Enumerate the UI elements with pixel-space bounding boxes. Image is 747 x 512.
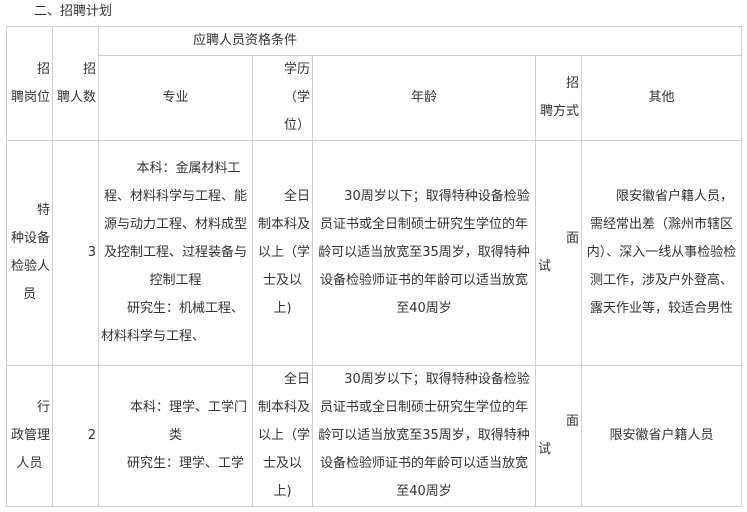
education-line: 士及以	[262, 456, 302, 471]
header-major: 专业	[98, 55, 253, 141]
education-line: 以上（学	[257, 428, 310, 443]
header-method-line: 招	[565, 76, 579, 91]
method-line: 面	[565, 231, 579, 246]
cell-count: 2	[52, 365, 99, 507]
header-age: 年龄	[312, 55, 536, 141]
header-education-line: （学	[283, 90, 310, 105]
header-position-line: 招	[36, 61, 50, 77]
major-graduate: 研究生：理学、工学	[127, 456, 245, 471]
header-count-line: 招	[82, 61, 96, 77]
cell-education: 全日 制本科及 以上（学 士及以 上)	[252, 140, 313, 366]
cell-education: 全日 制本科及 以上（学 士及以 上)	[252, 365, 313, 507]
education-line: 全日	[283, 372, 310, 387]
cell-method: 面 试	[535, 140, 582, 366]
position-line: 政管理	[10, 428, 50, 443]
header-position: 招 聘岗位	[6, 26, 53, 141]
header-education: 学历 （学 位）	[252, 55, 313, 141]
position-line: 种设备	[10, 231, 50, 246]
header-qualifications: 应聘人员资格条件	[98, 26, 742, 56]
cell-major: 本科：金属材料工程、材料科学与工程、能源与动力工程、材料成型及控制工程、过程装备…	[98, 140, 253, 366]
cell-method: 面 试	[535, 365, 582, 507]
education-line: 制本科及	[257, 217, 310, 232]
education-line: 士及以	[262, 273, 302, 288]
header-method: 招 聘方式	[535, 55, 582, 141]
method-line: 试	[538, 442, 552, 457]
section-title: 二、招聘计划	[34, 4, 113, 19]
education-line: 全日	[283, 189, 310, 204]
table-row: 特 种设备 检验人 员 3 本科：金属材料工程、材料科学与工程、能源与动力工程、…	[6, 140, 742, 366]
education-line: 上)	[273, 301, 292, 316]
header-education-line: 位）	[283, 118, 310, 133]
major-undergrad: 本科：理学、工学门类	[129, 400, 247, 443]
education-line: 制本科及	[257, 400, 310, 415]
cell-major: 本科：理学、工学门类 研究生：理学、工学	[98, 365, 253, 507]
header-education-line: 学历	[283, 62, 310, 77]
position-line: 人员	[16, 456, 43, 471]
header-method-line: 聘方式	[539, 104, 579, 119]
cell-age: 30周岁以下；取得特种设备检验员证书或全日制硕士研究生学位的年龄可以适当放宽至3…	[312, 365, 536, 507]
cell-count: 3	[52, 140, 99, 366]
cell-other: 限安徽省户籍人员，需经常出差（滁州市辖区内）、深入一线从事检验检测工作，涉及户外…	[581, 140, 742, 366]
header-row-columns: 专业 学历 （学 位） 年龄 招 聘方式 其他	[7, 55, 742, 141]
recruitment-plan-table: 招 聘岗位 招 聘人数 应聘人员资格条件 专业 学历 （学 位） 年龄 招 聘方…	[6, 26, 742, 507]
method-line: 试	[538, 259, 552, 274]
method-line: 面	[565, 414, 579, 429]
major-undergrad: 本科：金属材料工程、材料科学与工程、能源与动力工程、材料成型及控制工程、过程装备…	[103, 161, 247, 288]
header-position-line: 聘岗位	[10, 89, 50, 105]
cell-other: 限安徽省户籍人员	[581, 365, 742, 507]
cell-position: 行 政管理 人员	[6, 365, 53, 507]
major-graduate: 研究生：机械工程、材料科学与工程、	[101, 301, 245, 344]
table-row: 行 政管理 人员 2 本科：理学、工学门类 研究生：理学、工学 全日 制本科及 …	[6, 365, 742, 507]
header-count-line: 聘人数	[56, 89, 96, 105]
position-line: 检验人	[10, 259, 50, 274]
header-other: 其他	[581, 55, 742, 141]
header-row-group: 招 聘岗位 招 聘人数 应聘人员资格条件	[6, 26, 742, 141]
position-line: 特	[36, 203, 50, 218]
cell-position: 特 种设备 检验人 员	[6, 140, 53, 366]
header-count: 招 聘人数	[52, 26, 99, 141]
cell-age: 30周岁以下；取得特种设备检验员证书或全日制硕士研究生学位的年龄可以适当放宽至3…	[312, 140, 536, 366]
position-line: 员	[22, 287, 36, 302]
education-line: 上)	[273, 484, 292, 499]
education-line: 以上（学	[257, 245, 310, 260]
position-line: 行	[36, 400, 50, 415]
